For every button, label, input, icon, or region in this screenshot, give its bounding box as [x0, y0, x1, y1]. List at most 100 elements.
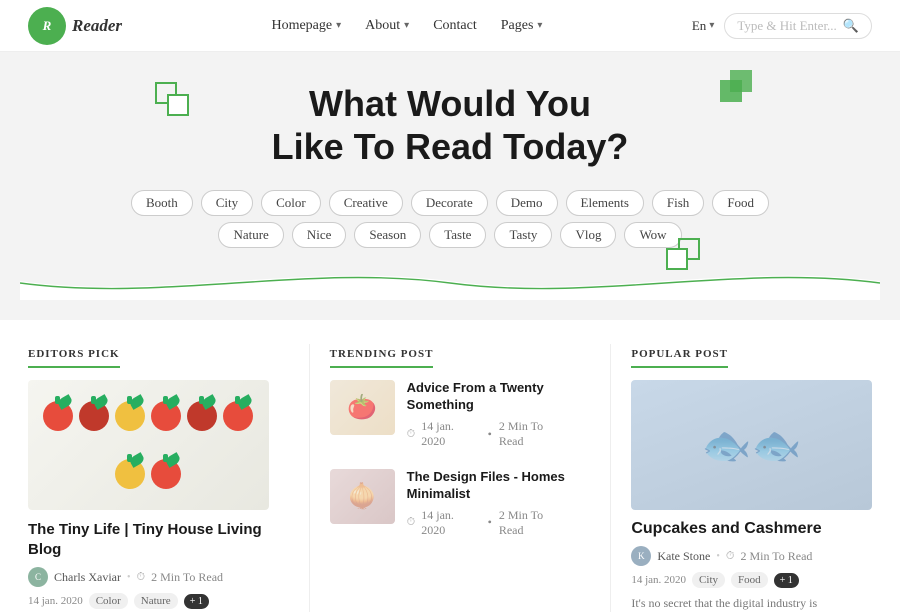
popular-meta-row: 14 jan. 2020 City Food + 1 [631, 572, 872, 588]
author-row: C Charls Xaviar • ⏱ 2 Min To Read [28, 567, 269, 587]
clock-icon: ⏱ [407, 428, 416, 441]
nav-pages[interactable]: Pages ▾ [501, 18, 543, 34]
apple-6 [223, 401, 253, 431]
trending-post-section: TRENDING POST 🍅 Advice From a Twenty Som… [330, 344, 591, 612]
popular-post-section: POPULAR POST 🐟🐟 Cupcakes and Cashmere K … [631, 344, 872, 612]
deco-box-a2 [167, 94, 189, 116]
trending-title-1[interactable]: Advice From a Twenty Something [407, 380, 571, 414]
main-nav: Homepage ▾ About ▾ Contact Pages ▾ [271, 18, 542, 34]
nav-about[interactable]: About ▾ [365, 18, 409, 34]
editors-pick-section: EDITORS PICK The Tiny Life | Tiny House … [28, 344, 289, 612]
trending-info-1: Advice From a Twenty Something ⏱ 14 jan.… [407, 380, 571, 455]
post-date: 14 jan. 2020 [28, 595, 83, 607]
logo[interactable]: R Reader [28, 7, 122, 45]
deco-box-b2 [730, 70, 752, 92]
nav-contact[interactable]: Contact [433, 18, 477, 34]
onion-image: 🧅 [330, 469, 395, 524]
trending-thumb-2[interactable]: 🧅 [330, 469, 395, 524]
tag-decorate[interactable]: Decorate [411, 190, 488, 216]
read-time: 2 Min To Read [151, 570, 223, 585]
trending-meta-1: ⏱ 14 jan. 2020 • 2 Min To Read [407, 419, 571, 449]
tag-color[interactable]: Color [89, 593, 128, 609]
clock-icon: ⏱ [726, 550, 735, 563]
editors-pick-title: EDITORS PICK [28, 348, 120, 368]
tag-list: Booth City Color Creative Decorate Demo … [20, 190, 880, 216]
search-box[interactable]: Type & Hit Enter... 🔍 [724, 13, 872, 39]
trending-meta-2: ⏱ 14 jan. 2020 • 2 Min To Read [407, 508, 571, 538]
apple-7 [115, 459, 145, 489]
apple-8 [151, 459, 181, 489]
tag-booth[interactable]: Booth [131, 190, 193, 216]
more-tags[interactable]: + 1 [774, 573, 799, 588]
tag-nature[interactable]: Nature [134, 593, 178, 609]
apple-5 [187, 401, 217, 431]
tag-city[interactable]: City [692, 572, 725, 588]
avatar: C [28, 567, 48, 587]
meta-row: 14 jan. 2020 Color Nature + 1 [28, 593, 269, 609]
author-name: Charls Xaviar [54, 570, 121, 585]
avatar: K [631, 546, 651, 566]
chevron-down-icon: ▾ [336, 20, 341, 31]
post-date: 14 jan. 2020 [631, 574, 686, 586]
tag-vlog[interactable]: Vlog [560, 222, 616, 248]
hero-title: What Would You Like To Read Today? [20, 82, 880, 168]
clock-icon: ⏱ [137, 571, 146, 584]
tag-city[interactable]: City [201, 190, 253, 216]
header: R Reader Homepage ▾ About ▾ Contact Page… [0, 0, 900, 52]
more-tags[interactable]: + 1 [184, 594, 209, 609]
popular-image[interactable]: 🐟🐟 [631, 380, 872, 510]
fish-icon: 🐟🐟 [702, 422, 802, 469]
tag-taste[interactable]: Taste [429, 222, 486, 248]
search-icon: 🔍 [843, 18, 859, 34]
popular-excerpt: It's no secret that the digital industry… [631, 594, 872, 612]
tag-creative[interactable]: Creative [329, 190, 403, 216]
tag-food[interactable]: Food [712, 190, 769, 216]
tag-color[interactable]: Color [261, 190, 321, 216]
read-time-2: 14 jan. 2020 • 2 Min To Read [421, 508, 570, 538]
divider-2 [610, 344, 611, 612]
tag-demo[interactable]: Demo [496, 190, 558, 216]
tag-wow[interactable]: Wow [624, 222, 681, 248]
read-time-1: 14 jan. 2020 • 2 Min To Read [421, 419, 570, 449]
popular-author-row: K Kate Stone • ⏱ 2 Min To Read [631, 546, 872, 566]
read-time: 2 Min To Read [740, 549, 812, 564]
apple-1 [43, 401, 73, 431]
logo-text: Reader [72, 16, 122, 36]
tag-season[interactable]: Season [354, 222, 421, 248]
trending-post-2: 🧅 The Design Files - Homes Minimalist ⏱ … [330, 469, 571, 544]
content-area: EDITORS PICK The Tiny Life | Tiny House … [0, 320, 900, 612]
language-selector[interactable]: En ▾ [692, 18, 714, 34]
chevron-down-icon: ▾ [537, 20, 542, 31]
divider-1 [309, 344, 310, 612]
trending-thumb-1[interactable]: 🍅 [330, 380, 395, 435]
pizza-image: 🍅 [330, 380, 395, 435]
trending-title-2[interactable]: The Design Files - Homes Minimalist [407, 469, 571, 503]
editors-post-title[interactable]: The Tiny Life | Tiny House Living Blog [28, 520, 269, 559]
popular-post-title: POPULAR POST [631, 348, 728, 368]
apple-2 [79, 401, 109, 431]
tag-list-2: Nature Nice Season Taste Tasty Vlog Wow [20, 222, 880, 248]
tag-tasty[interactable]: Tasty [494, 222, 552, 248]
nav-homepage[interactable]: Homepage ▾ [271, 18, 341, 34]
logo-icon: R [28, 7, 66, 45]
popular-post-title-text[interactable]: Cupcakes and Cashmere [631, 520, 872, 538]
wave-divider [20, 260, 880, 300]
tag-nice[interactable]: Nice [292, 222, 347, 248]
fish-decoration: 🐟🐟 [631, 380, 872, 510]
tag-elements[interactable]: Elements [566, 190, 644, 216]
header-right: En ▾ Type & Hit Enter... 🔍 [692, 13, 872, 39]
chevron-down-icon: ▾ [709, 20, 714, 31]
apple-3 [115, 401, 145, 431]
author-name: Kate Stone [657, 549, 710, 564]
editors-pick-image[interactable] [28, 380, 269, 510]
tag-nature[interactable]: Nature [218, 222, 283, 248]
hero-section: What Would You Like To Read Today? Booth… [0, 52, 900, 320]
chevron-down-icon: ▾ [404, 20, 409, 31]
clock-icon: ⏱ [407, 516, 416, 529]
apple-4 [151, 401, 181, 431]
trending-info-2: The Design Files - Homes Minimalist ⏱ 14… [407, 469, 571, 544]
tag-food[interactable]: Food [731, 572, 768, 588]
trending-post-title: TRENDING POST [330, 348, 434, 368]
tag-fish[interactable]: Fish [652, 190, 704, 216]
apples-decoration [28, 380, 269, 510]
